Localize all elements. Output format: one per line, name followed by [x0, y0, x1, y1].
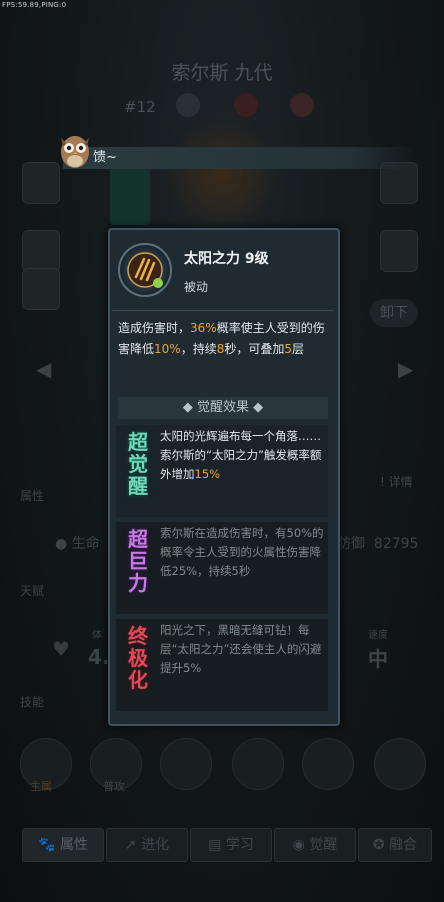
skill-description: 造成伤害时，36%概率使主人受到的伤害降低10%，持续8秒，可叠加5层 — [118, 318, 328, 360]
skill-slot-5[interactable] — [302, 738, 354, 790]
heart-icon: ♥ — [52, 637, 70, 661]
awaken-header: ◆ 觉醒效果 ◆ — [118, 397, 328, 419]
skill-title: 太阳之力 9级 — [184, 251, 269, 267]
equip-slot-left-2[interactable] — [22, 230, 60, 272]
desc-highlight: 36% — [190, 321, 217, 335]
desc-part: 造成伤害时， — [118, 321, 191, 335]
popup-divider — [112, 310, 334, 311]
defense-value: 82795 — [373, 536, 419, 552]
awaken-badge-1: 超觉醒 — [128, 430, 148, 498]
body-label: 体 — [92, 630, 102, 641]
awaken-text-2: 索尔斯在造成伤害时，有50%的概率令主人受到的火属性伤害降低25%，持续5秒 — [160, 526, 324, 578]
awaken-text-3: 阳光之下，黑暗无缝可钻！每层“太阳之力”还会使主人的闪避提升5% — [160, 623, 322, 675]
skill-main-label: 主属 — [30, 780, 52, 793]
hero-portrait — [160, 120, 284, 230]
hp-stat: ● 生命 — [55, 536, 100, 552]
skill-type: 被动 — [184, 280, 209, 294]
tab-attributes[interactable]: 🐾 属性 — [22, 828, 104, 862]
fps-readout: FPS:59.89,PING:0 — [2, 1, 67, 9]
skill-normal-label: 普攻 — [103, 780, 125, 793]
equip-slot-right-2[interactable] — [380, 230, 418, 272]
skill-slot-6[interactable] — [374, 738, 426, 790]
desc-part: 秒，可叠加 — [224, 342, 285, 356]
hero-rank: #12 — [124, 98, 156, 116]
tab-attributes-label: 属性 — [59, 837, 88, 853]
next-arrow-icon[interactable]: ▶ — [398, 357, 413, 381]
awaken-row-1: 超觉醒 太阳的光辉遍布每一个角落……索尔斯的“太阳之力”触发概率额外增加15% — [116, 425, 328, 517]
details-label: 详情 — [388, 475, 413, 489]
unequip-button[interactable]: 卸下 — [370, 299, 418, 327]
tab-awaken-label: 觉醒 — [309, 837, 338, 853]
attributes-label: 属性 — [20, 489, 45, 503]
chat-bubble: 馈~ — [63, 147, 416, 169]
fire-icon — [234, 93, 258, 117]
skill-slot-4[interactable] — [232, 738, 284, 790]
prev-arrow-icon[interactable]: ◀ — [36, 357, 51, 381]
tab-learn[interactable]: ▤ 学习 — [190, 828, 272, 862]
tab-fuse-label: 融合 — [389, 837, 418, 853]
defense-label: 防御 — [337, 536, 365, 552]
awaken-row-2: 超巨力 索尔斯在造成伤害时，有50%的概率令主人受到的火属性伤害降低25%，持续… — [116, 522, 328, 614]
tab-evolve[interactable]: ➚ 进化 — [106, 828, 188, 862]
owl-avatar-icon — [58, 130, 92, 170]
skill-slot-3[interactable] — [160, 738, 212, 790]
desc-part: 层 — [292, 342, 305, 356]
tab-fuse[interactable]: ✪ 融合 — [358, 828, 432, 862]
desc-highlight: 5 — [284, 342, 292, 356]
awaken-header-label: 觉醒效果 — [196, 400, 249, 415]
hero-name: 索尔斯 九代 — [171, 62, 273, 84]
speed-value: 中 — [368, 647, 388, 671]
body-value: 4. — [88, 645, 110, 669]
female-icon — [290, 93, 314, 117]
skills-label: 技能 — [20, 695, 45, 709]
defense-stat: 防御 82795 — [337, 533, 418, 553]
awaken-badge-bg — [110, 165, 150, 225]
tab-learn-label: 学习 — [225, 837, 254, 853]
details-link[interactable]: ! 详情 — [380, 473, 413, 490]
desc-part: ，持续 — [180, 342, 217, 356]
equip-slot-left-3[interactable] — [22, 268, 60, 310]
awaken-badge-3: 终极化 — [128, 624, 148, 692]
tab-evolve-label: 进化 — [141, 837, 170, 853]
awaken-text-1-highlight: 15% — [194, 467, 221, 481]
speed-label: 速度 — [368, 630, 388, 641]
sun-claw-skill-icon — [118, 243, 172, 297]
equip-slot-left-1[interactable] — [22, 162, 60, 204]
hp-label: 生命 — [71, 536, 100, 552]
shield-icon — [176, 93, 200, 117]
chat-text: 馈~ — [93, 150, 117, 165]
desc-highlight: 10% — [154, 342, 181, 356]
tab-awaken[interactable]: ◉ 觉醒 — [274, 828, 356, 862]
awaken-row-3: 终极化 阳光之下，黑暗无缝可钻！每层“太阳之力”还会使主人的闪避提升5% — [116, 619, 328, 711]
awaken-text-1: 太阳的光辉遍布每一个角落……索尔斯的“太阳之力”触发概率额外增加15% — [160, 427, 326, 484]
awaken-badge-2: 超巨力 — [128, 527, 148, 595]
talent-label: 天赋 — [20, 584, 45, 598]
awaken-text-1-main: 太阳的光辉遍布每一个角落……索尔斯的“太阳之力”触发概率额外增加 — [160, 429, 322, 481]
